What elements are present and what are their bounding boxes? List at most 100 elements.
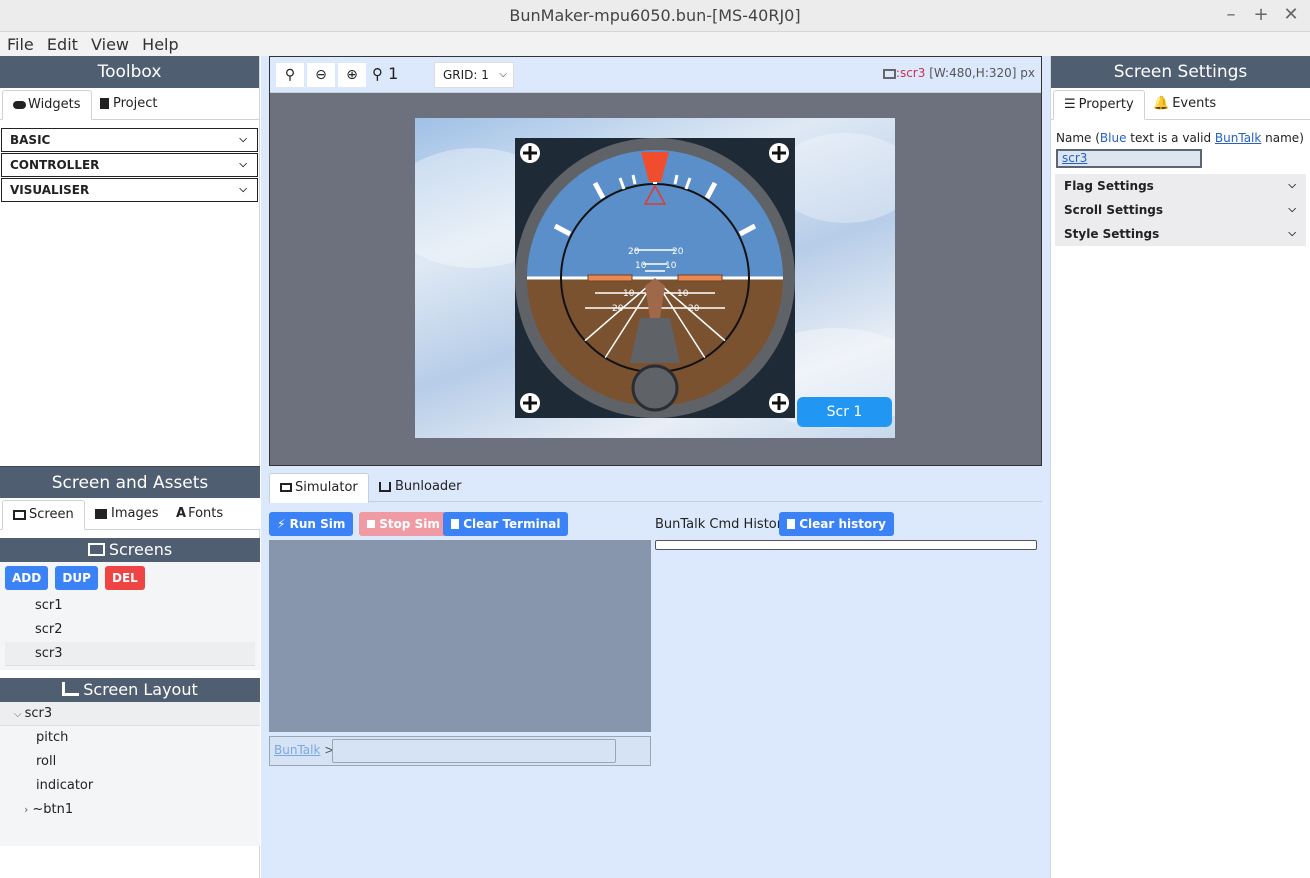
list-item[interactable]: scr1: [5, 594, 255, 618]
tab-bunloader[interactable]: Bunloader: [369, 473, 472, 503]
list-icon: ☰: [1064, 97, 1076, 112]
maximize-icon[interactable]: +: [1250, 4, 1272, 26]
section-basic[interactable]: BASIC ⌵: [1, 128, 258, 152]
list-item[interactable]: scr3: [5, 642, 255, 666]
add-screen-button[interactable]: ADD: [5, 566, 49, 590]
terminal-output[interactable]: [269, 540, 651, 732]
roll-tick: [673, 174, 679, 185]
search-icon[interactable]: ⚲: [276, 63, 304, 87]
tab-simulator[interactable]: Simulator: [269, 473, 369, 503]
section-visualiser-label: VISUALISER: [10, 183, 90, 197]
style-settings[interactable]: Style Settings ⌵: [1055, 222, 1306, 246]
section-controller-label: CONTROLLER: [10, 158, 100, 172]
screens-title: Screens: [108, 540, 173, 559]
monitor-icon: [13, 509, 26, 520]
clear-history-label: Clear history: [799, 517, 886, 531]
style-settings-label: Style Settings: [1064, 227, 1160, 241]
tree-icon: [62, 681, 80, 696]
close-icon[interactable]: ✕: [1280, 4, 1302, 26]
tree-group[interactable]: › ~btn1: [0, 798, 260, 822]
tab-images[interactable]: Images: [85, 500, 169, 530]
screen-info-dims: [W:480,H:320] px: [929, 66, 1035, 80]
bolt-icon: ⚡: [277, 517, 286, 531]
menu-view[interactable]: View: [91, 32, 129, 54]
zoom-reset-icon[interactable]: ⚲: [372, 65, 383, 83]
settings-tabs: ☰ Property 🔔 Events: [1051, 88, 1310, 120]
clear-terminal-button[interactable]: Clear Terminal: [443, 512, 569, 536]
tab-widgets[interactable]: Widgets: [2, 90, 92, 120]
adjust-knob[interactable]: [631, 364, 679, 412]
clear-history-button[interactable]: Clear history: [779, 512, 894, 536]
pitch-label: 20: [688, 304, 700, 314]
pitch-label: 10: [677, 289, 689, 299]
buntalk-link[interactable]: BunTalk: [274, 743, 320, 757]
roll-tick: [631, 174, 637, 185]
toolbox-tabs: Widgets Project: [0, 88, 259, 120]
stop-sim-label: Stop Sim: [379, 517, 440, 531]
tab-events[interactable]: 🔔 Events: [1143, 90, 1226, 120]
menu-edit[interactable]: Edit: [47, 32, 78, 54]
stop-sim-button[interactable]: Stop Sim: [359, 512, 448, 536]
tree-item[interactable]: indicator: [0, 774, 260, 798]
tree-item[interactable]: pitch: [0, 726, 260, 750]
monitor-icon: [280, 483, 292, 492]
pitch-label: 20: [628, 247, 640, 257]
history-list[interactable]: [655, 540, 1037, 550]
tab-bunloader-label: Bunloader: [395, 479, 462, 494]
file-gear-icon: [100, 98, 109, 109]
scr1-button[interactable]: Scr 1: [797, 397, 892, 427]
run-sim-label: Run Sim: [289, 517, 346, 531]
name-label-mid: text is a valid: [1126, 131, 1215, 145]
tab-property[interactable]: ☰ Property: [1053, 90, 1145, 120]
buntalk-link[interactable]: BunTalk: [1215, 131, 1261, 145]
screen-buttons: ADD DUP DEL: [0, 562, 260, 594]
assets-tabs: Screen Images A Fonts: [0, 498, 260, 530]
wing-left: [587, 274, 633, 282]
pitch-label: 20: [612, 304, 624, 314]
del-screen-button[interactable]: DEL: [105, 566, 145, 590]
toolbox-header: Toolbox: [0, 56, 259, 88]
scroll-settings[interactable]: Scroll Settings ⌵: [1055, 198, 1306, 222]
zoom-out-icon[interactable]: ⊖: [307, 63, 335, 87]
tree-group-label: ~btn1: [32, 802, 74, 817]
tab-project[interactable]: Project: [90, 90, 167, 120]
list-item[interactable]: scr2: [5, 618, 255, 642]
name-field-value: scr3: [1062, 151, 1088, 165]
menu-help[interactable]: Help: [142, 32, 178, 54]
menu-file[interactable]: File: [7, 32, 34, 54]
monitor-icon: [882, 68, 896, 79]
chevron-down-icon: ⌵: [239, 184, 247, 195]
attitude-indicator[interactable]: 20 20 10 10 10 10 20 20: [415, 118, 895, 438]
tab-project-label: Project: [113, 96, 158, 111]
minimize-icon[interactable]: –: [1220, 4, 1242, 26]
tree-item[interactable]: roll: [0, 750, 260, 774]
section-controller[interactable]: CONTROLLER ⌵: [1, 153, 258, 177]
tab-events-label: Events: [1172, 96, 1217, 111]
screw-icon: [769, 393, 789, 413]
tab-fonts-label: Fonts: [188, 506, 224, 521]
tree-root[interactable]: ⌵ scr3: [0, 702, 260, 726]
stop-icon: [367, 519, 375, 528]
run-sim-button[interactable]: ⚡ Run Sim: [269, 512, 354, 536]
image-icon: [95, 508, 107, 519]
chevron-right-icon: ›: [24, 803, 29, 816]
center-panel: ⚲ ⊖ ⊕ ⚲ 1 GRID: 1 ⌵ :scr3 [W:480,H:320] …: [261, 56, 1050, 878]
pitch-label: 10: [635, 261, 647, 271]
monitor-icon: [87, 542, 105, 556]
tree-root-label: scr3: [24, 706, 53, 721]
section-visualiser[interactable]: VISUALISER ⌵: [1, 178, 258, 202]
name-field[interactable]: scr3: [1056, 149, 1202, 168]
flag-settings[interactable]: Flag Settings ⌵: [1055, 174, 1306, 198]
chevron-down-icon: ⌵: [1288, 204, 1296, 215]
chevron-down-icon: ⌵: [239, 159, 247, 170]
dup-screen-button[interactable]: DUP: [55, 566, 98, 590]
broom-icon: [451, 518, 459, 529]
tab-fonts[interactable]: A Fonts: [166, 500, 233, 530]
terminal-input[interactable]: [332, 739, 616, 763]
tab-screen[interactable]: Screen: [2, 500, 85, 530]
tab-widgets-label: Widgets: [28, 97, 81, 112]
grid-select-value: GRID: 1: [443, 68, 489, 82]
grid-select[interactable]: GRID: 1 ⌵: [434, 62, 514, 88]
zoom-in-icon[interactable]: ⊕: [338, 63, 366, 87]
chevron-down-icon: ⌵: [1288, 180, 1296, 191]
